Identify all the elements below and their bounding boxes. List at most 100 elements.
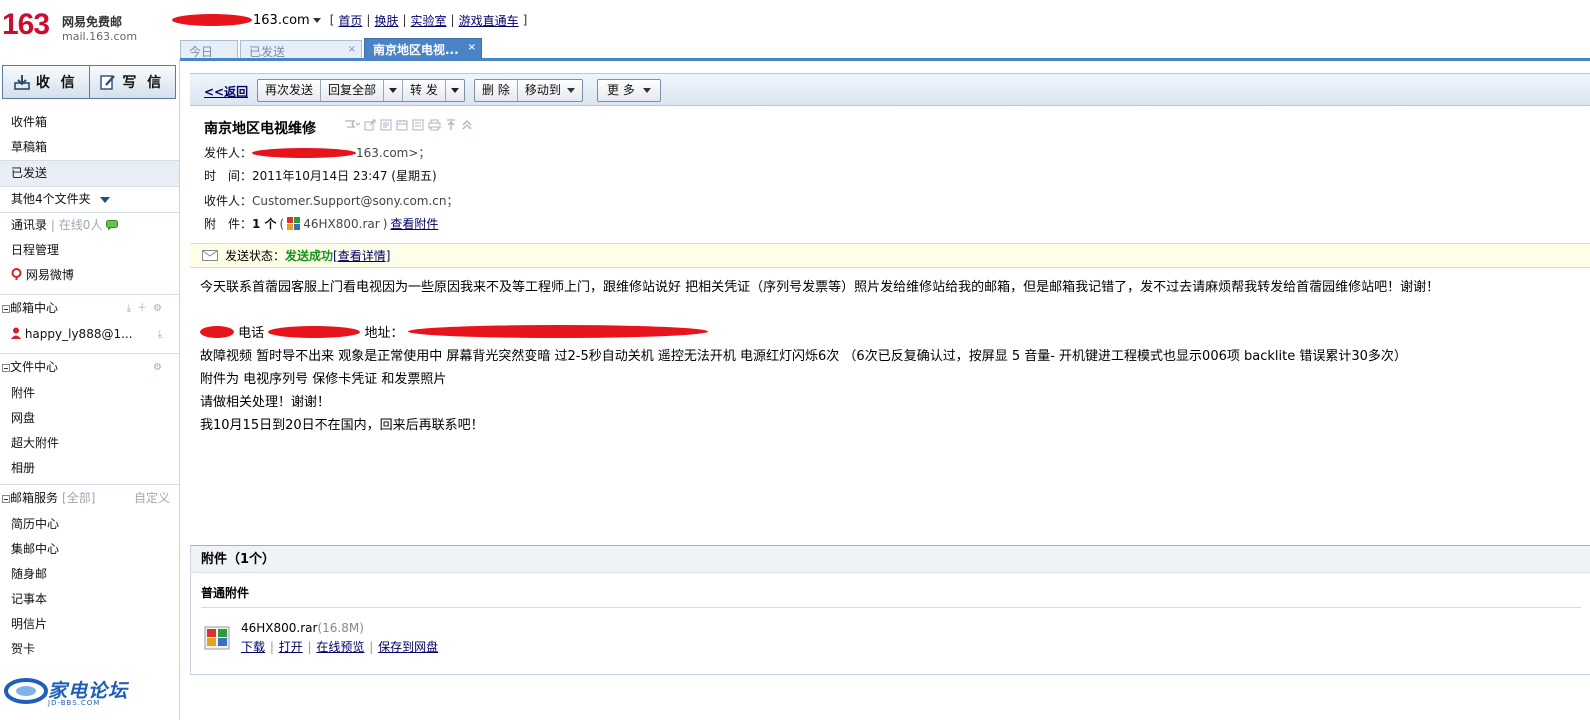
sidebar-item-album[interactable]: 相册 <box>0 456 179 481</box>
attachment-actions: 下载 | 打开 | 在线预览 | 保存到网盘 <box>241 640 439 654</box>
from-value[interactable]: 163.com>； <box>356 144 430 161</box>
close-icon[interactable]: × <box>468 42 476 53</box>
forward-button[interactable]: 转 发 <box>402 80 445 101</box>
user-domain[interactable]: 163.com <box>253 13 310 28</box>
link-games[interactable]: 游戏直通车 <box>459 12 519 29</box>
chat-bubble-icon <box>106 220 119 231</box>
compose-button[interactable]: 写 信 <box>88 66 176 98</box>
online-count[interactable]: 在线0人 <box>59 218 103 232</box>
sidebar-item-weibo[interactable]: 网易微博 <box>0 263 179 288</box>
mail-body: 今天联系首蓿园客服上门看电视因为一些原因我来不及等工程师上门，跟维修站说好 把相… <box>200 276 1580 437</box>
forum-watermark: 家电论坛 JD-BBS.COM <box>4 674 128 710</box>
sidebar: 收 信 写 信 收件箱 草稿箱 已发送 其他4个文件夹 通讯录 | 在线0人 日… <box>0 60 180 720</box>
receive-button[interactable]: 收 信 <box>3 66 89 98</box>
forward-dropdown[interactable] <box>444 80 464 101</box>
attachment-file-name[interactable]: 46HX800.rar(16.8M) <box>241 621 364 635</box>
tab-sent[interactable]: 已发送 × <box>240 40 362 60</box>
tab-today[interactable]: 今日 <box>180 40 238 60</box>
body-line-5: 请做相关处理！谢谢！ <box>200 395 331 410</box>
delete-button[interactable]: 删 除 <box>475 80 517 101</box>
header-divider <box>180 58 1590 61</box>
attach-file-inline[interactable]: 46HX800.rar <box>303 217 379 231</box>
envelope-icon <box>202 250 218 261</box>
close-icon[interactable]: × <box>348 44 356 55</box>
compose-bar: 收 信 写 信 <box>2 65 176 99</box>
tab-current-mail[interactable]: 南京地区电视... × <box>364 38 482 60</box>
sidebar-item-postcard[interactable]: 明信片 <box>0 612 179 637</box>
mail-center-header[interactable]: 邮箱中心 ⤓＋⚙ <box>0 295 179 322</box>
link-home[interactable]: 首页 <box>338 12 362 29</box>
collapse-up-icon[interactable] <box>461 119 473 131</box>
collapse-icon[interactable] <box>2 363 10 372</box>
collapse-icon[interactable] <box>2 494 10 503</box>
body-line-1: 今天联系首蓿园客服上门看电视因为一些原因我来不及等工程师上门，跟维修站说好 把相… <box>200 280 1440 295</box>
watermark-logo-icon <box>4 678 48 704</box>
other-folders-label: 其他4个文件夹 <box>11 192 91 206</box>
save-to-netdisk-link[interactable]: 保存到网盘 <box>378 640 438 654</box>
resend-button[interactable]: 再次发送 <box>258 80 320 101</box>
to-value[interactable]: Customer.Support@sony.com.cn； <box>252 192 459 209</box>
attachment-panel: 附件（1个） 普通附件 46HX800.rar(16.8M) 下载 | 打开 |… <box>190 545 1590 675</box>
sidebar-item-stamps[interactable]: 集邮中心 <box>0 537 179 562</box>
sidebar-item-drafts[interactable]: 草稿箱 <box>0 135 179 160</box>
move-to-label: 移动到 <box>524 83 561 97</box>
sidebar-item-contacts[interactable]: 通讯录 | 在线0人 <box>0 213 179 238</box>
user-icon <box>11 327 21 339</box>
more-label: 更 多 <box>607 83 635 97</box>
open-window-icon[interactable] <box>364 119 376 131</box>
sidebar-item-attachments[interactable]: 附件 <box>0 381 179 406</box>
send-status-bar: 发送状态： 发送成功 [查看详情] <box>190 243 1590 268</box>
download-icon <box>14 75 30 90</box>
phone-label: 电话 <box>238 326 265 341</box>
redacted-sender <box>252 147 357 158</box>
view-attachment-link[interactable]: 查看附件 <box>390 215 438 232</box>
gear-icon[interactable]: ⚙ <box>153 354 168 381</box>
sidebar-item-schedule[interactable]: 日程管理 <box>0 238 179 263</box>
arrow-up-icon[interactable] <box>445 119 457 131</box>
redacted-phone <box>268 326 361 338</box>
mail-subject: 南京地区电视维修 <box>204 121 316 137</box>
sidebar-item-mobile-mail[interactable]: 随身邮 <box>0 562 179 587</box>
link-skin[interactable]: 换肤 <box>374 12 398 29</box>
status-detail-link[interactable]: [查看详情] <box>333 247 390 264</box>
tab-label: 已发送 <box>249 45 286 59</box>
download-link[interactable]: 下载 <box>241 640 265 654</box>
sidebar-item-greeting-card[interactable]: 贺卡 <box>0 637 179 662</box>
sidebar-item-notepad[interactable]: 记事本 <box>0 587 179 612</box>
services-custom-link[interactable]: 自定义 <box>134 485 170 512</box>
sidebar-item-large-attachments[interactable]: 超大附件 <box>0 431 179 456</box>
services-all-link[interactable]: [全部] <box>62 485 95 512</box>
services-header[interactable]: 邮箱服务 [全部] 自定义 <box>0 485 179 512</box>
note-icon[interactable] <box>380 119 392 131</box>
compose-icon <box>100 75 116 90</box>
sidebar-item-other-folders[interactable]: 其他4个文件夹 <box>0 187 179 212</box>
body-line-3: 故障视频 暂时导不出来 观象是正常使用中 屏幕背光突然变暗 过2-5秒自动关机 … <box>200 349 1407 364</box>
mail-center-tools[interactable]: ⤓＋⚙ <box>127 295 168 322</box>
calendar-icon[interactable] <box>396 119 408 131</box>
print-preview-icon[interactable] <box>412 119 424 131</box>
collapse-icon[interactable] <box>2 304 10 313</box>
attach-label: 附 件： <box>204 217 253 231</box>
move-to-button[interactable]: 移动到 <box>516 80 582 101</box>
more-button[interactable]: 更 多 <box>598 80 660 101</box>
back-link[interactable]: <<返回 <box>204 83 248 100</box>
more-group: 更 多 <box>597 79 661 102</box>
reply-all-dropdown[interactable] <box>383 80 402 101</box>
open-link[interactable]: 打开 <box>279 640 303 654</box>
sidebar-item-inbox[interactable]: 收件箱 <box>0 110 179 135</box>
file-center-header[interactable]: 文件中心 ⚙ <box>0 354 179 381</box>
link-lab[interactable]: 实验室 <box>411 12 447 29</box>
print-icon[interactable] <box>428 119 441 131</box>
user-menu-chevron-down-icon[interactable] <box>312 17 321 23</box>
body-line-4: 附件为 电视序列号 保修卡凭证 和发票照片 <box>200 372 447 387</box>
sidebar-item-netdisk[interactable]: 网盘 <box>0 406 179 431</box>
redacted-address <box>407 325 708 338</box>
logo-name: 网易免费邮 <box>62 15 123 29</box>
receive-label: 收 信 <box>35 75 78 91</box>
flag-icon[interactable] <box>344 119 360 131</box>
sidebar-item-resume[interactable]: 简历中心 <box>0 512 179 537</box>
sidebar-item-account[interactable]: happy_ly888@1... ⤓ <box>0 322 179 347</box>
reply-all-button[interactable]: 回复全部 <box>320 80 383 101</box>
preview-online-link[interactable]: 在线预览 <box>316 640 364 654</box>
sidebar-item-sent[interactable]: 已发送 <box>0 161 179 186</box>
